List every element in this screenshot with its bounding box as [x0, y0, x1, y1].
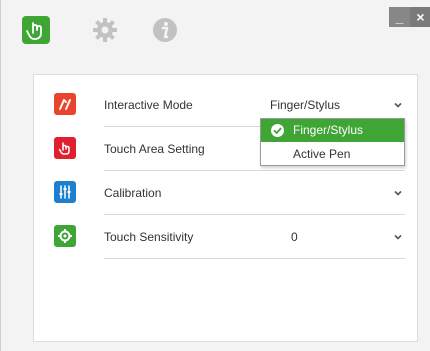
chevron-down-icon[interactable]	[393, 100, 403, 110]
minimize-button[interactable]: _	[389, 7, 410, 27]
hand-pointer-icon[interactable]	[21, 15, 51, 45]
row-label: Interactive Mode	[104, 98, 193, 112]
info-icon[interactable]	[150, 15, 180, 45]
close-button[interactable]: ×	[410, 7, 430, 27]
chevron-down-icon[interactable]	[393, 232, 403, 242]
dropdown-option-active-pen[interactable]: Active Pen	[261, 143, 404, 166]
top-toolbar: _ ×	[1, 0, 430, 62]
interactive-mode-dropdown: Finger/Stylus Active Pen	[260, 118, 405, 166]
window-controls: _ ×	[389, 7, 430, 27]
check-circle-icon	[271, 124, 284, 137]
gear-touch-icon	[54, 225, 76, 247]
hand-touch-icon	[54, 137, 76, 159]
row-label: Touch Area Setting	[104, 142, 205, 156]
dropdown-option-finger-stylus[interactable]: Finger/Stylus	[261, 119, 404, 142]
row-label: Calibration	[104, 186, 162, 200]
setting-row-touch-sensitivity[interactable]: Touch Sensitivity 0	[34, 215, 419, 259]
setting-row-calibration[interactable]: Calibration	[34, 171, 419, 215]
dropdown-option-label: Finger/Stylus	[293, 123, 364, 137]
sliders-icon	[54, 181, 76, 203]
row-label: Touch Sensitivity	[104, 230, 194, 244]
gear-icon[interactable]	[90, 15, 120, 45]
chevron-down-icon[interactable]	[393, 188, 403, 198]
dropdown-option-label: Active Pen	[293, 147, 351, 161]
row-value[interactable]: 0	[291, 215, 298, 259]
settings-panel: Interactive Mode Finger/Stylus Touch Are…	[33, 74, 418, 342]
app-window: _ × Interactive Mode Finger/Stylus Touch…	[0, 0, 430, 351]
pen-touch-icon	[54, 93, 76, 115]
row-divider	[104, 258, 405, 259]
